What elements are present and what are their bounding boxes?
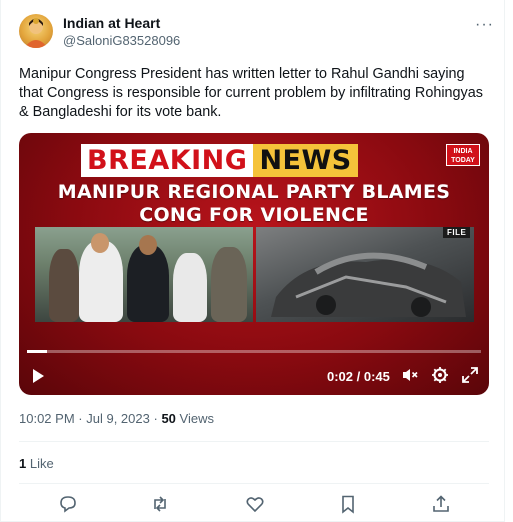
tweet-date[interactable]: Jul 9, 2023 bbox=[86, 411, 150, 426]
divider bbox=[19, 483, 489, 484]
file-tag: FILE bbox=[443, 227, 471, 238]
breaking-news-banner: BREAKING NEWS bbox=[81, 144, 358, 177]
tweet-card: Indian at Heart @SaloniG83528096 ··· Man… bbox=[0, 0, 505, 522]
video-progress-fill bbox=[27, 350, 47, 353]
banner-news: NEWS bbox=[253, 144, 358, 177]
mute-icon[interactable] bbox=[401, 366, 419, 384]
video-image-people bbox=[35, 227, 253, 322]
banner-breaking: BREAKING bbox=[81, 144, 254, 177]
video-progress-bar[interactable] bbox=[27, 350, 481, 353]
more-options-icon[interactable]: ··· bbox=[475, 16, 494, 34]
tweet-meta: 10:02 PM · Jul 9, 2023 · 50 Views bbox=[19, 411, 214, 426]
author-handle[interactable]: @SaloniG83528096 bbox=[63, 33, 180, 48]
avatar[interactable] bbox=[19, 14, 53, 48]
share-icon[interactable] bbox=[431, 494, 451, 514]
settings-icon[interactable] bbox=[431, 366, 449, 384]
reply-icon[interactable] bbox=[58, 494, 78, 514]
meta-separator: · bbox=[153, 411, 158, 426]
author-name[interactable]: Indian at Heart bbox=[63, 15, 160, 31]
likes-count: 1 bbox=[19, 456, 27, 471]
video-time: 0:02 / 0:45 bbox=[327, 369, 390, 384]
play-icon[interactable] bbox=[33, 369, 44, 383]
video-player[interactable]: BREAKING NEWS INDIA TODAY MANIPUR REGION… bbox=[19, 133, 489, 395]
likes-summary[interactable]: 1 Like bbox=[19, 456, 54, 471]
views-label: Views bbox=[179, 411, 214, 426]
likes-label: Like bbox=[29, 456, 54, 471]
video-headline-line1: MANIPUR REGIONAL PARTY BLAMES bbox=[57, 181, 451, 203]
video-headline-line2: CONG FOR VIOLENCE bbox=[139, 204, 369, 226]
bookmark-icon[interactable] bbox=[338, 494, 358, 514]
tweet-time[interactable]: 10:02 PM bbox=[19, 411, 75, 426]
meta-separator: · bbox=[78, 411, 83, 426]
divider bbox=[19, 441, 489, 442]
like-icon[interactable] bbox=[245, 494, 265, 514]
channel-logo: INDIA TODAY bbox=[446, 144, 480, 166]
fullscreen-icon[interactable] bbox=[461, 366, 479, 384]
views-count: 50 bbox=[161, 411, 176, 426]
retweet-icon[interactable] bbox=[150, 494, 170, 514]
tweet-text: Manipur Congress President has written l… bbox=[19, 66, 483, 120]
video-image-burnt-vehicle bbox=[256, 227, 474, 322]
